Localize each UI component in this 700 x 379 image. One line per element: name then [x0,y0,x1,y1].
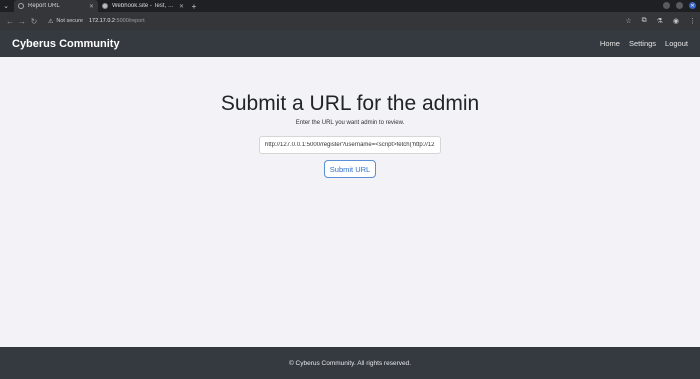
address-bar[interactable]: ⚠ Not secure 172.17.0.2:5000/report [48,15,608,27]
profile-icon[interactable]: ◉ [673,17,679,25]
menu-kebab-icon[interactable]: ⋮ [689,17,696,25]
main-content: Submit a URL for the admin Enter the URL… [0,57,700,347]
extensions-icon[interactable]: ⧉ [642,17,647,25]
site-navbar: Cyberus Community Home Settings Logout [0,30,700,57]
url-path: :5000/report [115,18,145,24]
footer-text: © Cyberus Community. All rights reserved… [288,359,412,367]
bookmark-star-icon[interactable]: ☆ [625,17,631,25]
close-icon[interactable]: ✕ [89,3,94,10]
forward-icon[interactable]: → [16,17,28,26]
nav-links: Home Settings Logout [600,39,688,48]
webhook-favicon-icon [102,3,108,9]
minimize-icon[interactable] [663,2,670,9]
back-icon[interactable]: ← [4,17,16,26]
site-brand[interactable]: Cyberus Community [12,38,120,50]
tab-webhook[interactable]: Webhook.site - Test, pro ✕ [98,0,188,12]
warning-icon[interactable]: ⚠ [48,18,53,25]
nav-logout-link[interactable]: Logout [665,39,688,48]
window-controls: ✕ [663,2,696,9]
submit-url-button[interactable]: Submit URL [324,160,376,178]
browser-tab-bar: ⌄ Report URL ✕ Webhook.site - Test, pro … [0,0,700,12]
reload-icon[interactable]: ↻ [28,17,40,26]
browser-toolbar: ← → ↻ ⚠ Not secure 172.17.0.2:5000/repor… [0,12,700,30]
window-close-icon[interactable]: ✕ [689,2,696,9]
close-icon[interactable]: ✕ [179,3,184,10]
page-title: Submit a URL for the admin [220,92,480,115]
url-input[interactable] [259,136,441,154]
url-host: 172.17.0.2 [89,18,115,24]
nav-settings-link[interactable]: Settings [629,39,656,48]
globe-icon [18,3,24,9]
site-footer: © Cyberus Community. All rights reserved… [0,347,700,379]
tab-search-icon[interactable]: ⌄ [0,0,12,12]
tab-label: Report URL [28,3,60,9]
toolbar-actions: ☆ ⧉ ⚗ ◉ ⋮ [625,17,696,25]
new-tab-icon[interactable]: + [188,0,200,12]
not-secure-label[interactable]: Not secure [56,18,83,24]
nav-home-link[interactable]: Home [600,39,620,48]
tab-report-url[interactable]: Report URL ✕ [14,0,98,12]
page-subtitle: Enter the URL you want admin to review. [295,120,405,126]
maximize-icon[interactable] [676,2,683,9]
labs-flask-icon[interactable]: ⚗ [657,17,663,25]
tab-label: Webhook.site - Test, pro [112,3,175,9]
